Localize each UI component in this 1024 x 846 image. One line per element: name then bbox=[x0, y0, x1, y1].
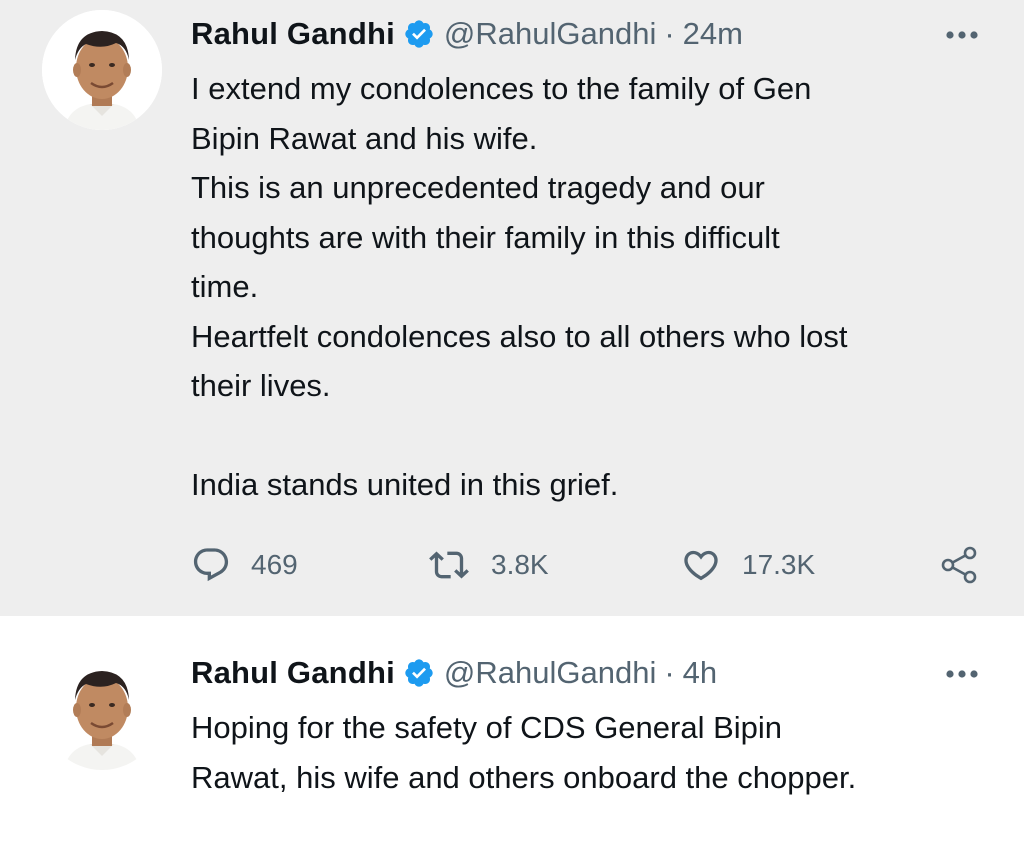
author-name[interactable]: Rahul Gandhi bbox=[191, 655, 395, 691]
tweet-text-line: Bipin Rawat and his wife. bbox=[191, 120, 538, 156]
tweet-feed: Rahul Gandhi @RahulGandhi · 24m I extend… bbox=[0, 0, 1024, 846]
author-name[interactable]: Rahul Gandhi bbox=[191, 16, 395, 52]
tweet-card[interactable]: Rahul Gandhi @RahulGandhi · 4h Hoping fo… bbox=[0, 616, 1024, 846]
retweet-button[interactable]: 3.8K bbox=[427, 540, 549, 590]
tweet-text-line: India stands united in this grief. bbox=[191, 467, 619, 502]
like-icon bbox=[680, 545, 722, 585]
reply-count: 469 bbox=[251, 549, 298, 580]
like-count: 17.3K bbox=[742, 549, 816, 580]
tweet-text-line: thoughts are with their family in this d… bbox=[191, 219, 780, 255]
avatar[interactable] bbox=[42, 650, 162, 770]
tweet-text-line: Hoping for the safety of CDS General Bip… bbox=[191, 710, 783, 745]
retweet-icon bbox=[427, 545, 471, 585]
share-icon bbox=[939, 544, 981, 586]
separator-dot: · bbox=[664, 16, 675, 51]
verified-badge-icon bbox=[403, 657, 435, 689]
like-button[interactable]: 17.3K bbox=[680, 540, 815, 590]
author-handle[interactable]: @RahulGandhi bbox=[444, 16, 656, 52]
tweet-text-line: time. bbox=[191, 269, 259, 304]
tweet-text: I extend my condolences to the family of… bbox=[191, 64, 991, 510]
tweet-text-line: Rawat, his wife and others onboard the c… bbox=[191, 759, 857, 795]
reply-icon bbox=[191, 545, 231, 585]
tweet-actions: 469 3.8K 17.3K bbox=[191, 540, 981, 590]
tweet-text-line: Heartfelt condolences also to all others… bbox=[191, 318, 848, 354]
tweet-header: Rahul Gandhi @RahulGandhi · 24m bbox=[191, 14, 743, 54]
share-button[interactable] bbox=[939, 540, 981, 590]
tweet-header: Rahul Gandhi @RahulGandhi · 4h bbox=[191, 653, 717, 693]
reply-button[interactable]: 469 bbox=[191, 540, 298, 590]
tweet-timestamp[interactable]: 4h bbox=[683, 655, 717, 691]
verified-badge-icon bbox=[403, 18, 435, 50]
author-handle[interactable]: @RahulGandhi bbox=[444, 655, 656, 691]
separator-dot: · bbox=[664, 655, 675, 690]
tweet-text-line: This is an unprecedented tragedy and our bbox=[191, 170, 765, 205]
more-options-icon[interactable] bbox=[940, 20, 984, 50]
tweet-card[interactable]: Rahul Gandhi @RahulGandhi · 24m I extend… bbox=[0, 0, 1024, 616]
tweet-text-line: their lives. bbox=[191, 368, 331, 403]
tweet-timestamp[interactable]: 24m bbox=[683, 16, 743, 52]
tweet-text-line: I extend my condolences to the family of… bbox=[191, 71, 812, 106]
avatar[interactable] bbox=[42, 10, 162, 130]
tweet-text: Hoping for the safety of CDS General Bip… bbox=[191, 703, 991, 802]
retweet-count: 3.8K bbox=[491, 549, 549, 580]
more-options-icon[interactable] bbox=[940, 659, 984, 689]
